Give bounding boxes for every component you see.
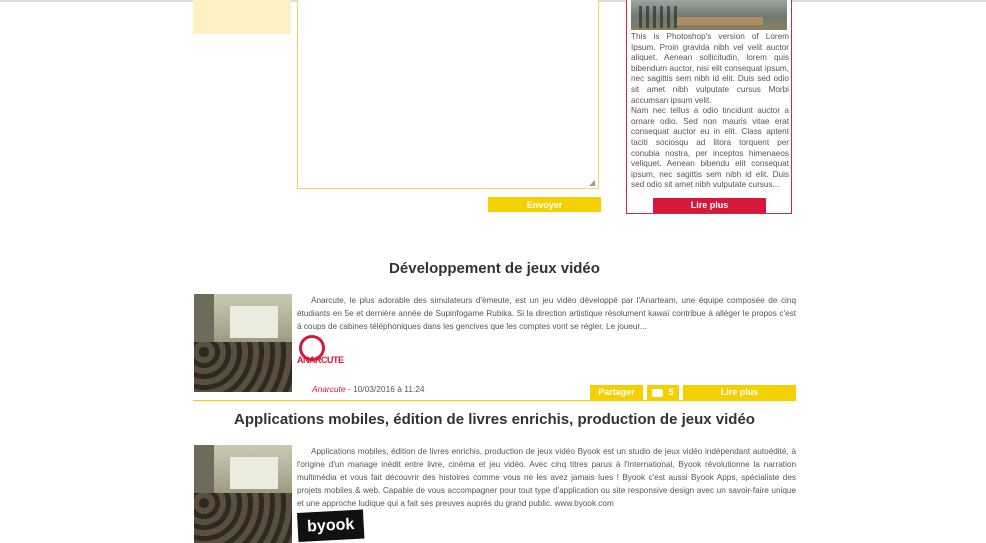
sidebar-block [193,0,291,34]
send-button[interactable]: Envoyer [488,197,601,212]
article-title[interactable]: Développement de jeux vidéo [193,260,796,277]
article-thumbnail[interactable] [194,445,292,543]
article-divider [193,400,796,401]
article-author-link[interactable]: Anarcute [312,384,346,394]
article-excerpt: Applications mobiles, édition de livres … [297,447,796,508]
article-date: - 10/03/2016 à 11:24 [347,384,425,394]
article-thumbnail[interactable] [194,294,292,392]
resize-grip-icon[interactable]: ◢ [589,179,597,187]
share-button[interactable]: Partager [590,385,643,400]
news-card: This is Photoshop's version of Lorem Ips… [626,0,792,214]
card-readmore-button[interactable]: Lire plus [653,198,766,213]
comments-count: 5 [668,387,674,397]
article-title[interactable]: Applications mobiles, édition de livres … [193,411,796,428]
card-text: This is Photoshop's version of Lorem Ips… [631,32,789,191]
card-paragraph: Nam nec tellus a odio tincidunt auctor a… [631,106,789,190]
card-photo [631,0,787,30]
comments-button[interactable]: 5 [647,385,679,400]
card-paragraph: This is Photoshop's version of Lorem Ips… [631,32,789,105]
article-excerpt: Anarcute, le plus adorable des simulateu… [297,296,796,331]
readmore-button[interactable]: Lire plus [683,385,796,400]
comment-bubble-icon [652,388,664,397]
article-meta: Anarcute - 10/03/2016 à 11:24 [312,384,425,394]
anarcute-logo: ANARCUTE [297,333,367,373]
message-textarea[interactable]: ◢ [297,0,599,189]
byook-logo: byook [297,509,365,542]
anarcute-logo-text: ANARCUTE [297,355,344,365]
